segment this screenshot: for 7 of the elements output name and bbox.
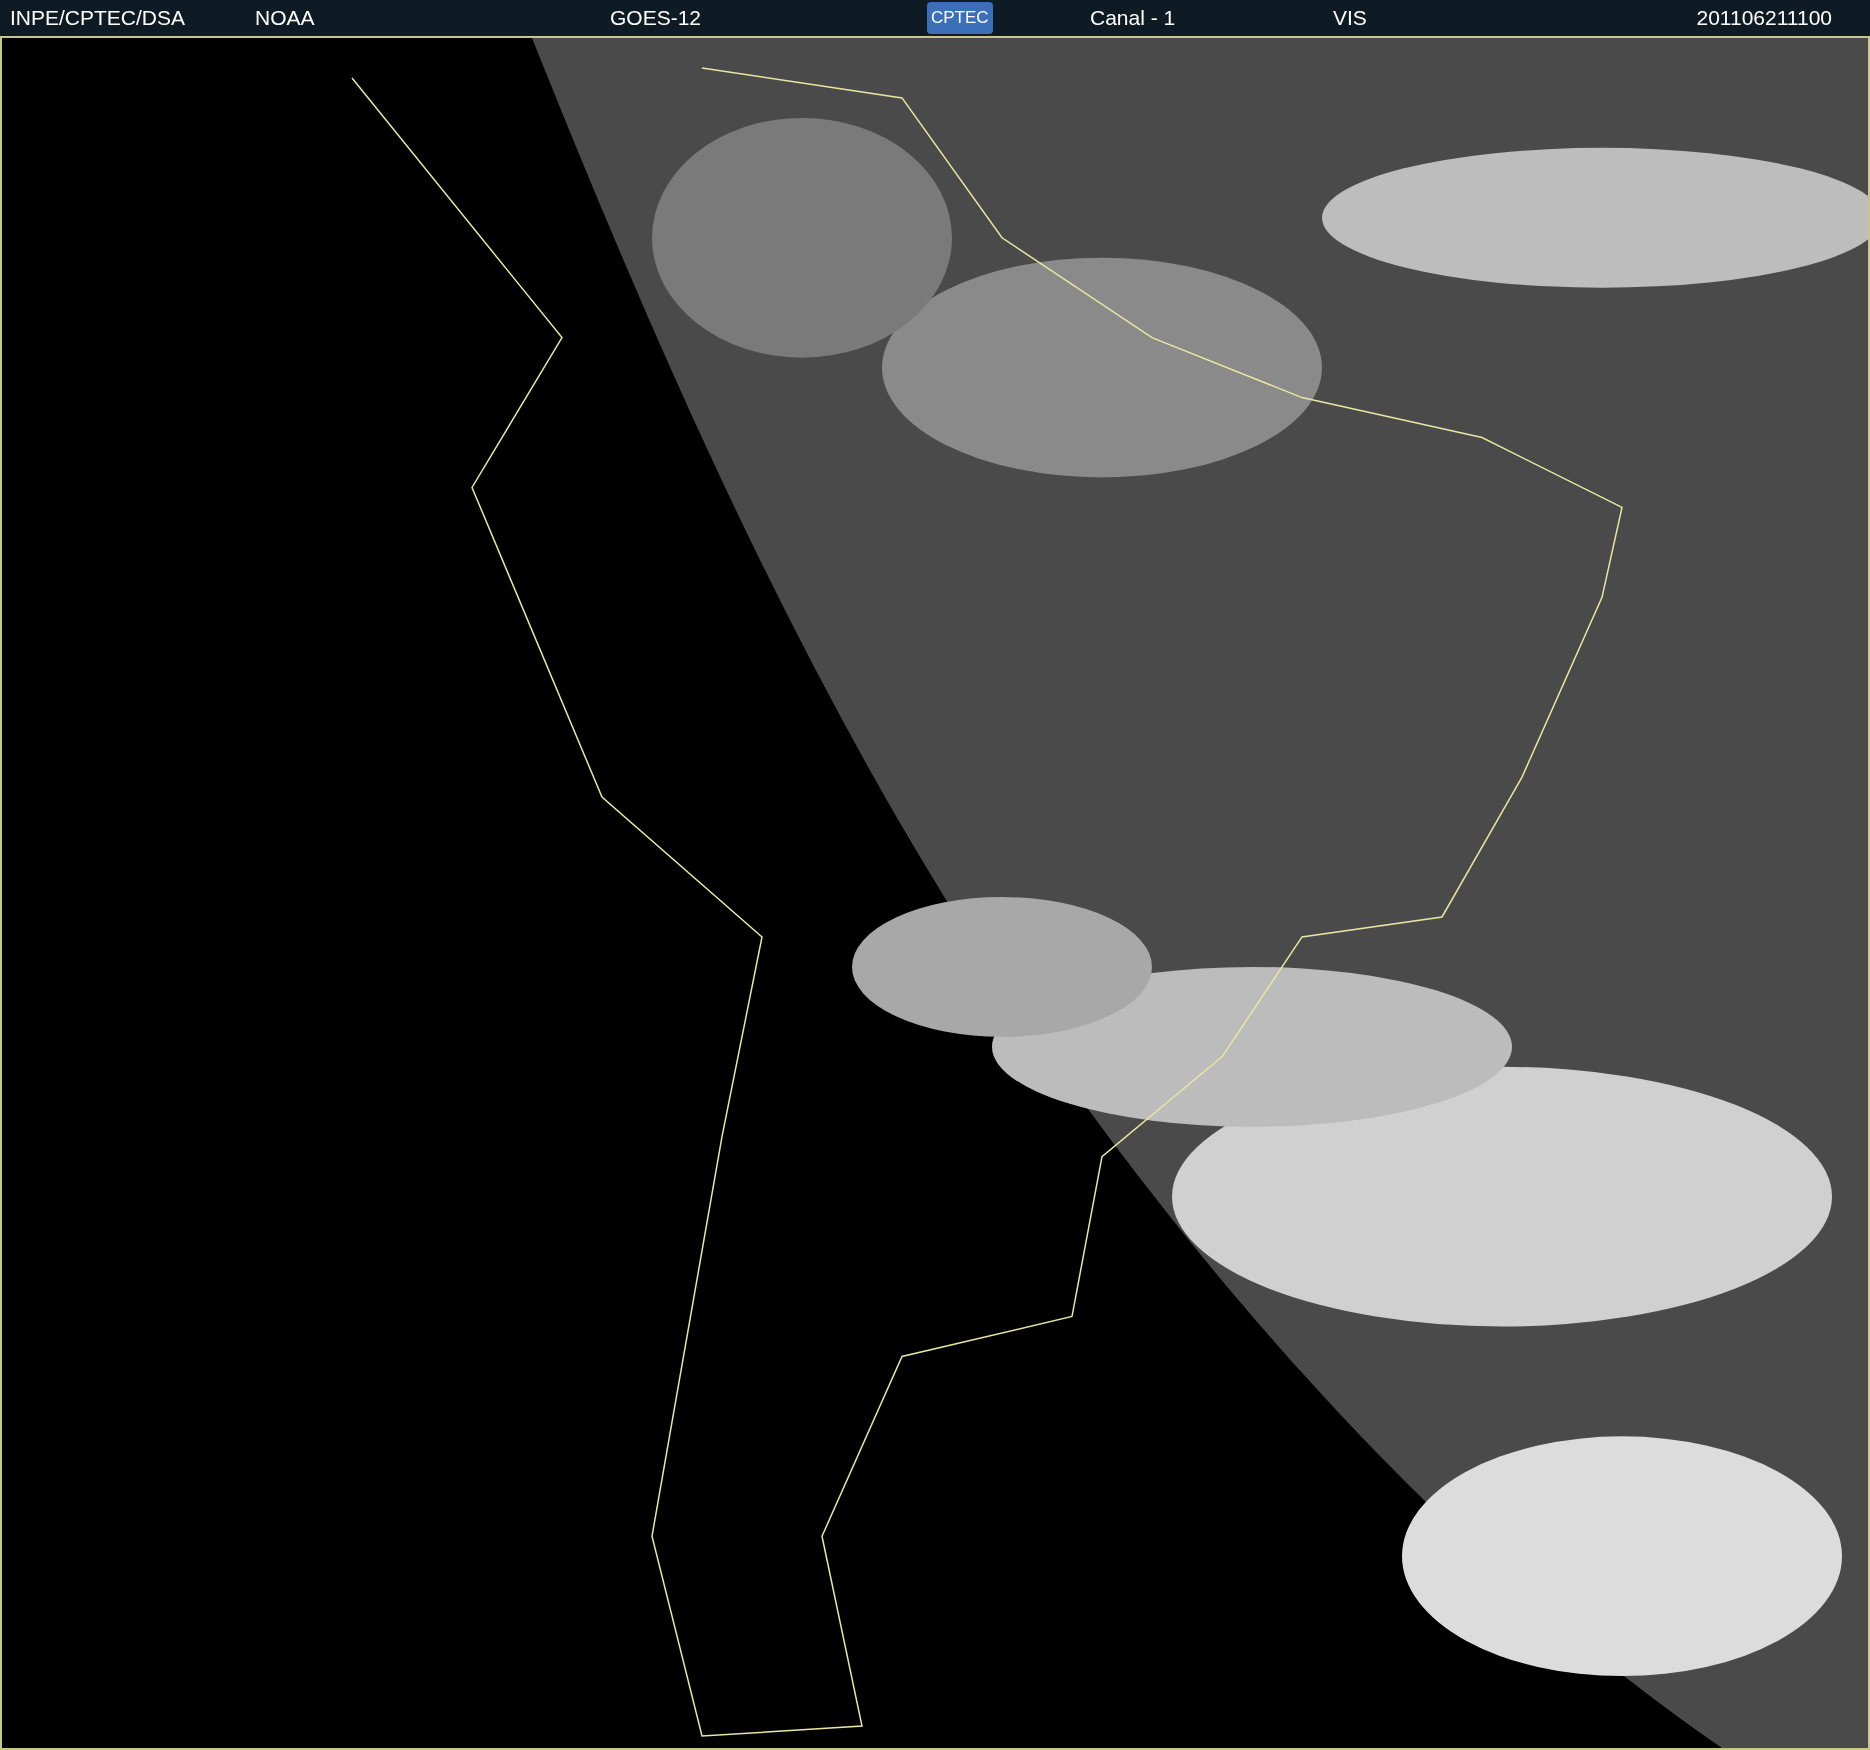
header-label: GOES-12 [610,5,702,32]
header-label: 201106211100 [1696,5,1832,32]
header-label: NOAA [255,5,315,32]
header-label: Canal - 1 [1090,5,1176,32]
header-label: VIS [1333,5,1367,32]
logo: CPTEC [927,2,993,34]
header-label: INPE/CPTEC/DSA [10,5,186,32]
